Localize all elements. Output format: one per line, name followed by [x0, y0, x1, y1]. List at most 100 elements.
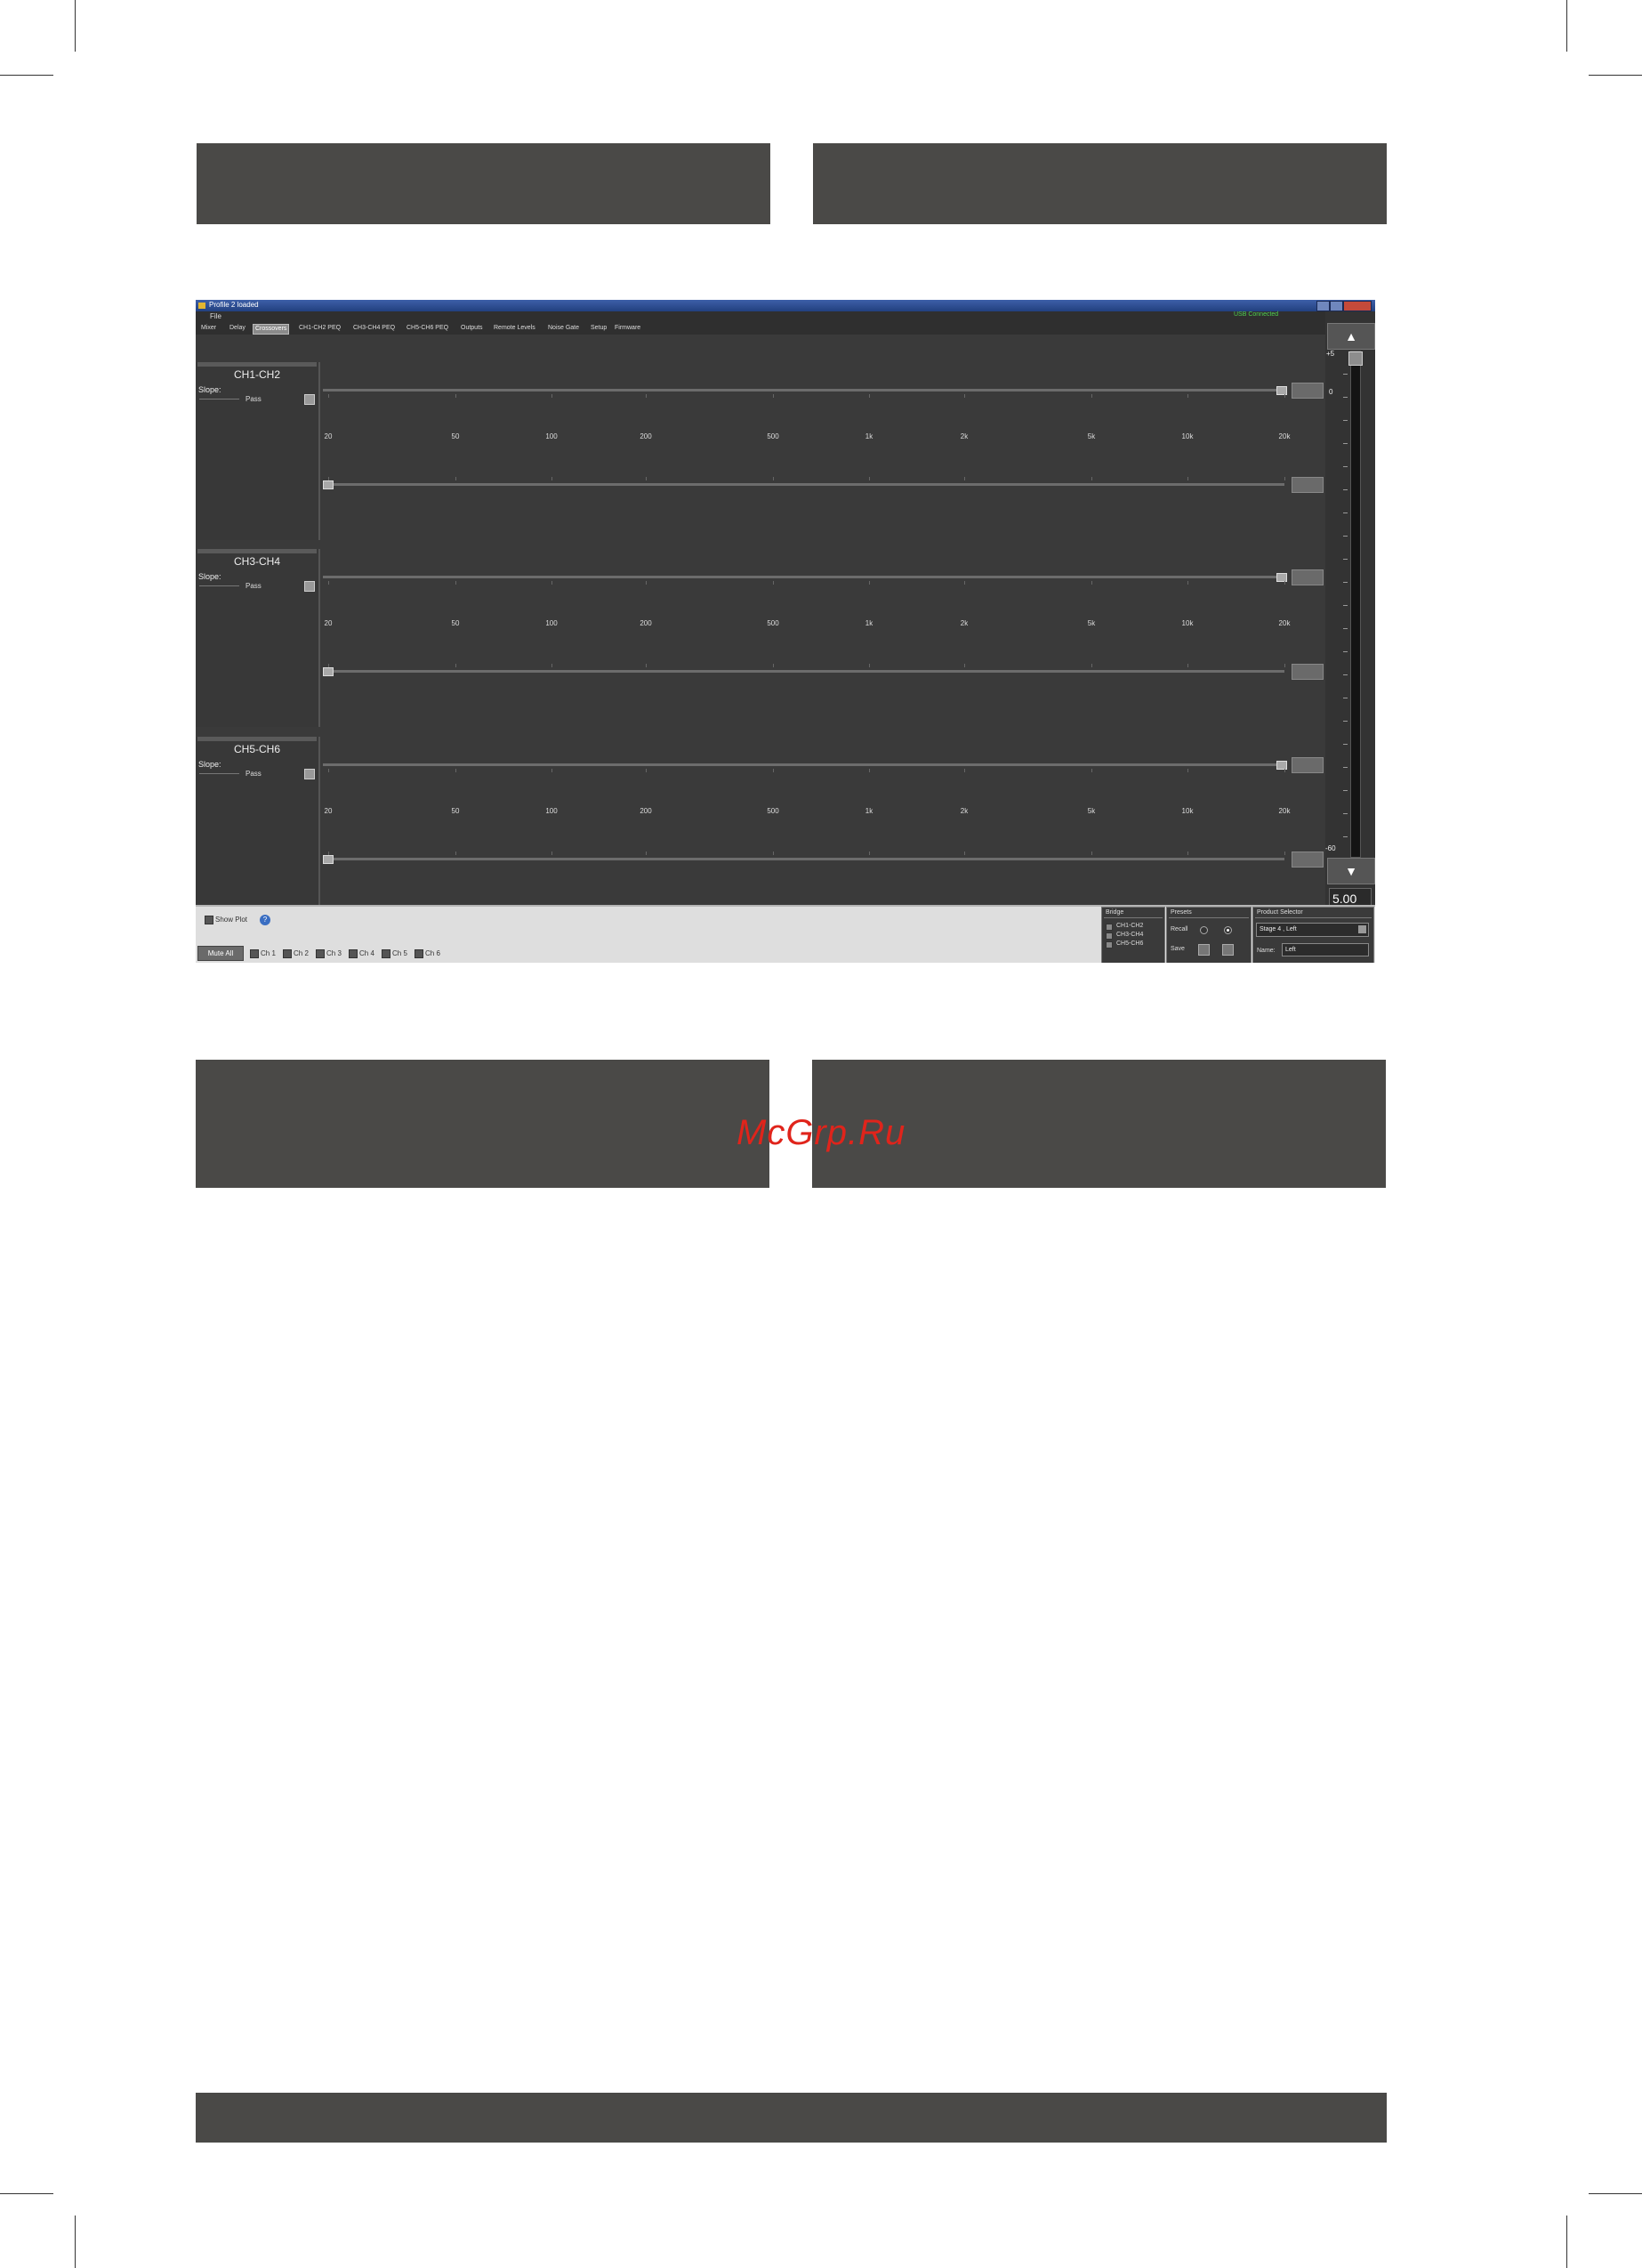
gain-down-button[interactable]: ▼	[1327, 858, 1375, 884]
low-freq-value-field[interactable]	[1292, 664, 1324, 680]
low-freq-value-field[interactable]	[1292, 477, 1324, 493]
tab-setup[interactable]: Setup	[589, 324, 608, 333]
tick-mark	[551, 581, 552, 585]
tick-mark	[964, 581, 965, 585]
high-freq-slider-thumb[interactable]	[1276, 573, 1287, 582]
tick-mark	[1284, 664, 1285, 667]
tab-noise-gate[interactable]: Noise Gate	[546, 324, 581, 333]
high-freq-value-field[interactable]	[1292, 569, 1324, 585]
high-freq-slider-track[interactable]	[323, 576, 1284, 578]
bridge-title: Bridge	[1106, 909, 1124, 916]
filter-type-dropdown[interactable]	[304, 769, 315, 779]
freq-label: 200	[640, 619, 652, 627]
mute-ch3-checkbox[interactable]	[316, 949, 325, 958]
gain-tick	[1343, 374, 1348, 375]
freq-label: 20	[324, 619, 333, 627]
menu-file[interactable]: File	[210, 312, 221, 320]
tick-mark	[551, 394, 552, 398]
tab-remote-levels[interactable]: Remote Levels	[492, 324, 537, 333]
mute-ch5-checkbox[interactable]	[382, 949, 390, 958]
tab-firmware[interactable]: Firmware	[613, 324, 642, 333]
gain-min-label: -60	[1325, 844, 1336, 852]
tab-mixer[interactable]: Mixer	[199, 324, 218, 333]
bridge-checkbox[interactable]	[1106, 941, 1113, 948]
low-freq-slider-thumb[interactable]	[323, 855, 334, 864]
save-preset-2-button[interactable]	[1222, 944, 1234, 956]
minimize-button[interactable]	[1316, 301, 1330, 311]
tick-mark	[1187, 852, 1188, 855]
bridge-label: CH3-CH4	[1116, 932, 1144, 938]
tick-mark	[964, 664, 965, 667]
gain-slider-track[interactable]	[1350, 351, 1361, 858]
name-input[interactable]: Left	[1282, 943, 1369, 956]
filter-type-dropdown[interactable]	[304, 581, 315, 592]
mute-ch1-checkbox[interactable]	[250, 949, 259, 958]
high-freq-slider-thumb[interactable]	[1276, 761, 1287, 770]
tick-mark	[1284, 581, 1285, 585]
gain-tick	[1343, 420, 1348, 421]
window-title: Profile 2 loaded	[209, 301, 259, 309]
tab-outputs[interactable]: Outputs	[459, 324, 485, 333]
high-freq-slider-thumb[interactable]	[1276, 386, 1287, 395]
product-select[interactable]: Stage 4 , Left	[1256, 923, 1369, 937]
low-freq-slider-track[interactable]	[323, 483, 1284, 486]
gain-tick	[1343, 559, 1348, 560]
gain-up-button[interactable]: ▲	[1327, 323, 1375, 350]
gain-tick	[1343, 721, 1348, 722]
channel-panel-0: CH1-CH2 Slope: Pass	[196, 362, 320, 540]
low-freq-slider-track[interactable]	[323, 858, 1284, 860]
tick-mark	[964, 394, 965, 398]
tab-crossovers[interactable]: Crossovers	[253, 324, 290, 335]
low-freq-slider-thumb[interactable]	[323, 667, 334, 676]
filter-type-dropdown[interactable]	[304, 394, 315, 405]
freq-label: 500	[767, 619, 779, 627]
recall-option-1[interactable]	[1200, 926, 1208, 934]
crop-mark	[0, 2193, 53, 2194]
help-icon[interactable]: ?	[260, 915, 270, 925]
channel-title: CH5-CH6	[233, 743, 280, 755]
tab-ch3-ch4-peq[interactable]: CH3-CH4 PEQ	[351, 324, 397, 333]
high-freq-value-field[interactable]	[1292, 383, 1324, 399]
product-selector-group: Product Selector Stage 4 , Left Name: Le…	[1252, 907, 1374, 963]
gain-tick	[1343, 605, 1348, 606]
mute-ch6-checkbox[interactable]	[415, 949, 423, 958]
tab-ch1-ch2-peq[interactable]: CH1-CH2 PEQ	[297, 324, 342, 333]
tick-mark	[1091, 769, 1092, 772]
tick-mark	[869, 477, 870, 480]
presets-group: Presets Recall Save	[1166, 907, 1252, 963]
mute-ch1-label: Ch 1	[261, 949, 276, 957]
maximize-button[interactable]	[1330, 301, 1343, 311]
mute-ch4-checkbox[interactable]	[349, 949, 358, 958]
menu-bar: File USB Connected	[196, 311, 1375, 322]
mute-ch2-checkbox[interactable]	[283, 949, 292, 958]
product-selector-title: Product Selector	[1257, 909, 1303, 916]
high-freq-slider-track[interactable]	[323, 763, 1284, 766]
tick-mark	[646, 394, 647, 398]
tick-mark	[869, 769, 870, 772]
mute-all-button[interactable]: Mute All	[197, 946, 244, 961]
recall-label: Recall	[1171, 926, 1188, 932]
tick-mark	[551, 664, 552, 667]
bridge-checkbox[interactable]	[1106, 932, 1113, 940]
freq-label: 100	[545, 807, 558, 815]
high-freq-value-field[interactable]	[1292, 757, 1324, 773]
high-freq-slider-track[interactable]	[323, 389, 1284, 391]
tab-delay[interactable]: Delay	[228, 324, 247, 333]
filter-type-value: Pass	[245, 582, 262, 590]
show-plot-checkbox[interactable]	[205, 916, 213, 924]
freq-label: 5k	[1087, 807, 1096, 815]
bridge-checkbox[interactable]	[1106, 924, 1113, 931]
low-freq-slider-thumb[interactable]	[323, 480, 334, 489]
close-button[interactable]	[1343, 301, 1372, 311]
freq-label: 20	[324, 807, 333, 815]
save-preset-1-button[interactable]	[1198, 944, 1210, 956]
recall-option-2[interactable]	[1224, 926, 1232, 934]
gain-tick	[1343, 628, 1348, 629]
tab-ch5-ch6-peq[interactable]: CH5-CH6 PEQ	[405, 324, 450, 333]
tick-mark	[455, 769, 456, 772]
low-freq-value-field[interactable]	[1292, 852, 1324, 868]
gain-slider-thumb[interactable]	[1348, 351, 1363, 366]
tick-mark	[1187, 477, 1188, 480]
low-freq-slider-track[interactable]	[323, 670, 1284, 673]
tick-mark	[773, 769, 774, 772]
